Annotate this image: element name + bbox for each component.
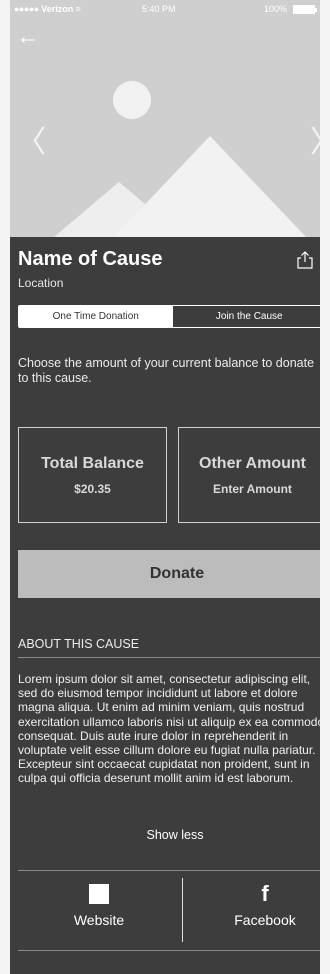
previous-image-button[interactable]: 〈: [16, 128, 46, 158]
total-balance-value: $20.35: [74, 482, 111, 496]
website-icon: [89, 884, 109, 904]
clock: 5:40 PM: [142, 4, 176, 14]
website-label: Website: [73, 912, 125, 928]
status-bar: ●●●●● Verizon ≈ 5:40 PM 100%: [10, 0, 320, 18]
cause-title: Name of Cause: [18, 248, 163, 270]
total-balance-title: Total Balance: [41, 455, 144, 472]
website-link[interactable]: Website: [24, 884, 174, 928]
share-icon: [297, 251, 313, 269]
other-amount-title: Other Amount: [199, 455, 306, 472]
next-image-button[interactable]: 〉: [310, 128, 320, 158]
chevron-left-icon: 〈: [16, 126, 46, 159]
tab-one-time-donation[interactable]: One Time Donation: [19, 306, 173, 327]
battery-icon: [293, 5, 317, 14]
back-button[interactable]: ←: [16, 23, 42, 50]
facebook-link[interactable]: f Facebook: [190, 881, 320, 929]
chevron-right-icon: 〉: [310, 126, 320, 159]
donation-type-tabs: One Time Donation Join the Cause: [18, 305, 320, 328]
divider: [18, 950, 320, 951]
divider: [182, 878, 183, 942]
arrow-left-icon: ←: [16, 23, 40, 50]
share-button[interactable]: [296, 250, 314, 270]
divider: [18, 870, 320, 871]
total-balance-option[interactable]: Total Balance $20.35: [18, 427, 167, 523]
about-body: Lorem ipsum dolor sit amet, consectetur …: [18, 672, 320, 786]
facebook-label: Facebook: [234, 912, 296, 928]
cause-detail-screen: ●●●●● Verizon ≈ 5:40 PM 100% ← 〈 〉 Name …: [10, 0, 320, 974]
donation-prompt: Choose the amount of your current balanc…: [18, 356, 315, 385]
image-placeholder-icon: [54, 81, 306, 237]
hero-image: ●●●●● Verizon ≈ 5:40 PM 100% ← 〈 〉: [10, 0, 320, 237]
wifi-icon: ≈: [75, 4, 81, 14]
show-less-link[interactable]: Show less: [10, 828, 320, 842]
other-amount-input[interactable]: Enter Amount: [179, 482, 320, 496]
battery-percent: 100%: [264, 4, 288, 14]
divider: [18, 657, 320, 658]
cause-location: Location: [18, 276, 64, 290]
facebook-icon: f: [261, 881, 269, 906]
about-heading: ABOUT THIS CAUSE: [18, 637, 140, 651]
other-amount-option[interactable]: Other Amount Enter Amount: [178, 427, 320, 523]
donate-button[interactable]: Donate: [18, 550, 320, 598]
carrier: ●●●●● Verizon ≈: [14, 4, 81, 14]
tab-join-the-cause[interactable]: Join the Cause: [172, 306, 320, 327]
